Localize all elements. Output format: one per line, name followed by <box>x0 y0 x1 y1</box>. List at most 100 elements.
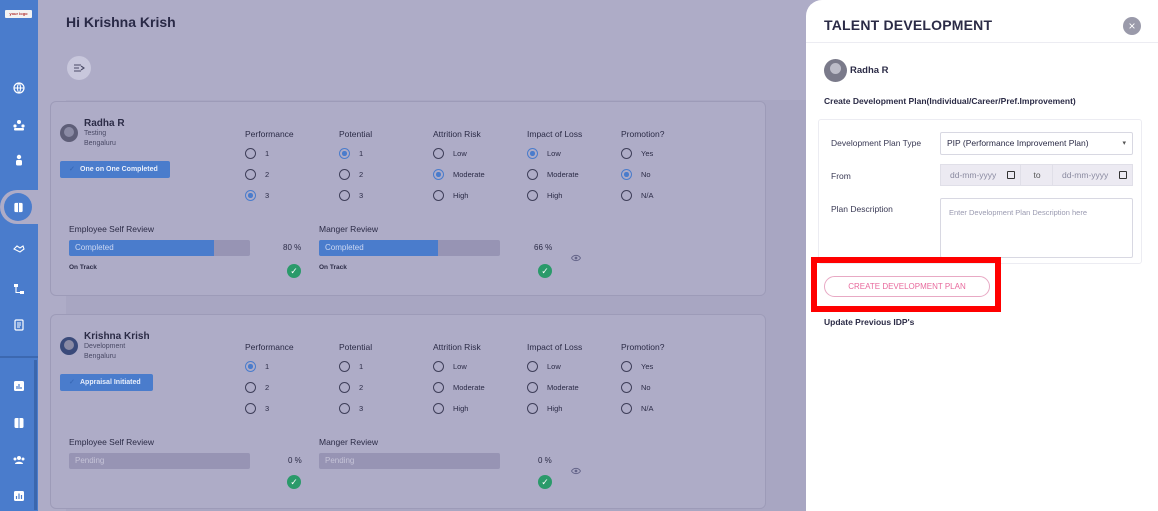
radio-button[interactable] <box>245 148 256 159</box>
impact-of-loss-group: Impact of Loss Low Moderate High <box>527 342 582 419</box>
radio-option[interactable]: Moderate <box>433 377 485 398</box>
analytics-icon[interactable] <box>11 488 27 504</box>
radio-option[interactable]: Moderate <box>433 164 485 185</box>
radio-group-title: Potential <box>339 129 373 139</box>
radio-option[interactable]: 2 <box>339 164 372 185</box>
collapse-sidebar-button[interactable] <box>67 56 91 80</box>
radio-option[interactable]: 1 <box>339 143 372 164</box>
check-icon: ✓ <box>538 475 552 489</box>
radio-button[interactable] <box>339 148 350 159</box>
rail-scrollbar[interactable] <box>34 360 37 510</box>
radio-button[interactable] <box>339 403 350 414</box>
radio-option[interactable]: Moderate <box>527 377 582 398</box>
radio-button[interactable] <box>621 361 632 372</box>
person-icon[interactable] <box>11 152 27 168</box>
radio-option[interactable]: High <box>527 185 582 206</box>
radio-button[interactable] <box>433 169 444 180</box>
close-icon[interactable]: × <box>1123 17 1141 35</box>
org-icon[interactable] <box>11 117 27 133</box>
document-icon[interactable] <box>11 317 27 333</box>
radio-button[interactable] <box>433 403 444 414</box>
radio-option[interactable]: 2 <box>245 164 294 185</box>
to-date-input[interactable]: dd-mm-yyyy <box>1052 164 1133 186</box>
radio-option[interactable]: Low <box>433 356 485 377</box>
avatar <box>824 59 847 82</box>
hierarchy-icon[interactable] <box>11 281 27 297</box>
radio-option[interactable]: N/A <box>621 185 664 206</box>
radio-option[interactable]: 3 <box>339 185 372 206</box>
radio-button[interactable] <box>621 148 632 159</box>
radio-button[interactable] <box>433 190 444 201</box>
radio-option[interactable]: 1 <box>339 356 372 377</box>
globe-icon[interactable] <box>11 80 27 96</box>
radio-option[interactable]: High <box>433 398 485 419</box>
from-date-input[interactable]: dd-mm-yyyy <box>940 164 1021 186</box>
radio-button[interactable] <box>621 382 632 393</box>
talent-development-drawer: TALENT DEVELOPMENT × Radha R Create Deve… <box>806 0 1158 511</box>
radio-label: 2 <box>359 170 364 179</box>
radio-option[interactable]: 3 <box>339 398 372 419</box>
radio-button[interactable] <box>527 382 538 393</box>
radio-button[interactable] <box>621 403 632 414</box>
handshake-icon[interactable] <box>11 240 27 256</box>
radio-label: No <box>641 383 651 392</box>
radio-button[interactable] <box>339 169 350 180</box>
radio-option[interactable]: Low <box>527 143 582 164</box>
radio-option[interactable]: Moderate <box>527 164 582 185</box>
radio-button[interactable] <box>527 190 538 201</box>
calendar-icon[interactable] <box>1007 171 1015 179</box>
talent-icon[interactable] <box>4 193 32 221</box>
radio-button[interactable] <box>527 403 538 414</box>
plan-type-select[interactable]: PIP (Performance Improvement Plan) ▾ <box>940 132 1133 155</box>
radio-button[interactable] <box>433 148 444 159</box>
check-icon: ✓ <box>287 475 301 489</box>
radio-option[interactable]: 2 <box>339 377 372 398</box>
radio-option[interactable]: 1 <box>245 356 294 377</box>
radio-option[interactable]: Yes <box>621 143 664 164</box>
radio-option[interactable]: Low <box>433 143 485 164</box>
radio-option[interactable]: N/A <box>621 398 664 419</box>
radio-button[interactable] <box>339 382 350 393</box>
radio-option[interactable]: 3 <box>245 398 294 419</box>
team-icon[interactable] <box>11 452 27 468</box>
radio-button[interactable] <box>245 169 256 180</box>
radio-option[interactable]: High <box>433 185 485 206</box>
self-review-progress: Completed <box>69 240 250 256</box>
book-icon[interactable] <box>11 415 27 431</box>
calendar-icon[interactable] <box>1119 171 1127 179</box>
report-icon[interactable] <box>11 378 27 394</box>
status-badge[interactable]: One on One Completed <box>60 161 170 178</box>
radio-button[interactable] <box>339 190 350 201</box>
drawer-employee-name: Radha R <box>850 65 889 76</box>
plan-description-textarea[interactable]: Enter Development Plan Description here <box>940 198 1133 258</box>
radio-button[interactable] <box>527 148 538 159</box>
radio-option[interactable]: No <box>621 164 664 185</box>
radio-button[interactable] <box>433 382 444 393</box>
radio-group-title: Impact of Loss <box>527 342 583 352</box>
radio-option[interactable]: High <box>527 398 582 419</box>
avatar <box>60 124 78 142</box>
radio-option[interactable]: Yes <box>621 356 664 377</box>
radio-option[interactable]: No <box>621 377 664 398</box>
eye-icon[interactable] <box>570 462 582 480</box>
create-development-plan-button[interactable]: CREATE DEVELOPMENT PLAN <box>824 276 990 297</box>
radio-button[interactable] <box>245 403 256 414</box>
update-previous-idps-link[interactable]: Update Previous IDP's <box>824 317 914 327</box>
performance-group: Performance 1 2 3 <box>245 342 294 419</box>
radio-option[interactable]: 3 <box>245 185 294 206</box>
radio-option[interactable]: Low <box>527 356 582 377</box>
radio-option[interactable]: 2 <box>245 377 294 398</box>
radio-button[interactable] <box>621 169 632 180</box>
radio-button[interactable] <box>527 361 538 372</box>
radio-button[interactable] <box>621 190 632 201</box>
radio-option[interactable]: 1 <box>245 143 294 164</box>
status-badge[interactable]: Appraisal Initiated <box>60 374 153 391</box>
radio-button[interactable] <box>245 190 256 201</box>
radio-button[interactable] <box>339 361 350 372</box>
radio-button[interactable] <box>245 382 256 393</box>
eye-icon[interactable] <box>570 249 582 267</box>
radio-button[interactable] <box>433 361 444 372</box>
radio-label: Moderate <box>453 170 485 179</box>
radio-button[interactable] <box>245 361 256 372</box>
radio-button[interactable] <box>527 169 538 180</box>
